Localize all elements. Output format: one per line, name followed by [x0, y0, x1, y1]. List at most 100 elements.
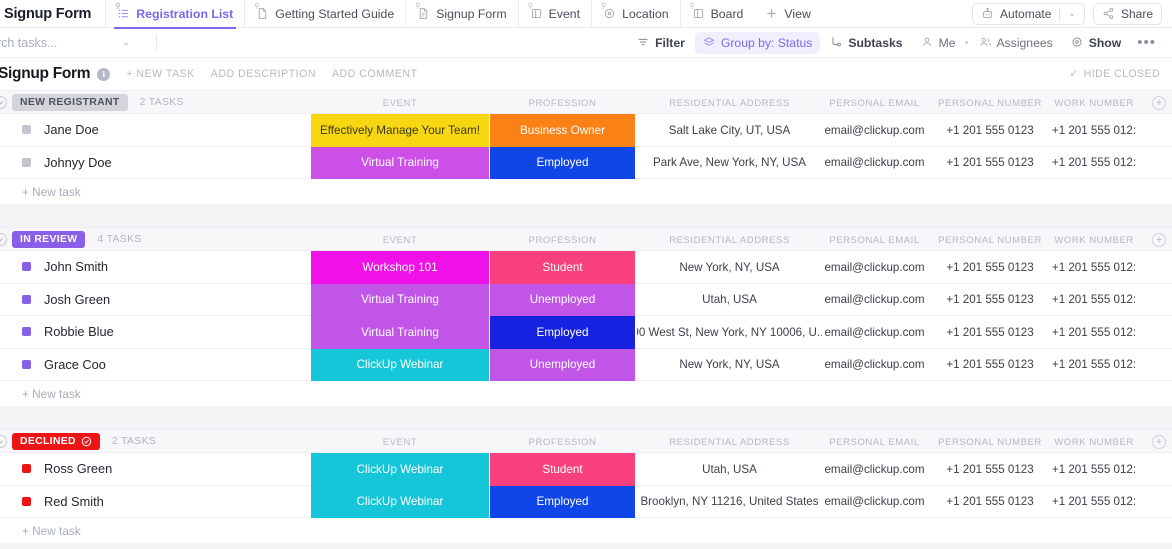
cell-profession[interactable]: Employed [490, 146, 635, 179]
add-new-task-row[interactable]: + New task [0, 179, 1172, 204]
status-square-icon[interactable] [22, 262, 31, 272]
column-header-profession[interactable]: PROFESSION [490, 91, 635, 115]
cell-profession[interactable]: Employed [490, 316, 635, 349]
cell-event[interactable]: Virtual Training [311, 283, 489, 316]
status-square-icon[interactable] [22, 125, 31, 135]
column-header-profession[interactable]: PROFESSION [490, 430, 635, 454]
add-new-task-row[interactable]: + New task [0, 518, 1172, 543]
cell-event[interactable]: ClickUp Webinar [311, 485, 489, 518]
column-header-email[interactable]: PERSONAL EMAIL [822, 430, 927, 454]
cell-personal-number[interactable]: +1 201 555 0123 [935, 284, 1045, 317]
column-header-address[interactable]: RESIDENTIAL ADDRESS [637, 228, 822, 252]
cell-event[interactable]: ClickUp Webinar [311, 348, 489, 381]
column-header-work-number[interactable]: WORK NUMBER [1043, 430, 1145, 454]
status-badge[interactable]: IN REVIEW [12, 230, 86, 248]
view-tab-view[interactable]: View [754, 0, 821, 28]
cell-address[interactable]: Utah, USA [637, 453, 822, 486]
add-comment-button[interactable]: ADD COMMENT [332, 68, 418, 80]
table-row[interactable]: Robbie Blue Virtual Training Employed 90 We… [0, 316, 1172, 349]
column-header-email[interactable]: PERSONAL EMAIL [822, 91, 927, 115]
task-name-cell[interactable]: Johnyy Doe [0, 155, 310, 170]
column-header-personal-number[interactable]: PERSONAL NUMBER [935, 430, 1045, 454]
view-tab-getting-started-guide[interactable]: ⚲ Getting Started Guide [244, 0, 405, 28]
table-row[interactable]: Josh Green Virtual Training Unemployed Utah… [0, 283, 1172, 317]
status-square-icon[interactable] [22, 327, 31, 337]
column-header-work-number[interactable]: WORK NUMBER [1043, 228, 1145, 252]
column-header-event[interactable]: EVENT [311, 228, 489, 252]
view-tab-signup-form[interactable]: ⚲ Signup Form [405, 0, 517, 28]
column-header-event[interactable]: EVENT [311, 430, 489, 454]
view-tab-event[interactable]: ⚲ Event [517, 0, 591, 28]
cell-address[interactable]: Park Ave, New York, NY, USA [637, 147, 822, 180]
table-row[interactable]: Red Smith ClickUp Webinar Employed Brooklyn… [0, 485, 1172, 519]
cell-email[interactable]: email@clickup.com [822, 316, 927, 349]
search-input[interactable] [0, 35, 122, 50]
task-name-cell[interactable]: Ross Green [0, 461, 310, 476]
status-badge[interactable]: DECLINED [12, 432, 100, 450]
collapse-group-button[interactable] [0, 95, 8, 109]
cell-personal-number[interactable]: +1 201 555 0123 [935, 453, 1045, 486]
table-row[interactable]: Jane Doe Effectively Manage Your Team! Bus… [0, 114, 1172, 147]
cell-event[interactable]: Effectively Manage Your Team! [311, 114, 489, 147]
cell-event[interactable]: Virtual Training [311, 316, 489, 349]
more-options-button[interactable]: ••• [1131, 32, 1162, 54]
column-header-work-number[interactable]: WORK NUMBER [1043, 91, 1145, 115]
cell-event[interactable]: Virtual Training [311, 146, 489, 179]
cell-event[interactable]: Workshop 101 [311, 251, 489, 284]
new-task-button[interactable]: + NEW TASK [126, 68, 194, 80]
add-column-button[interactable]: + [1152, 233, 1166, 247]
cell-work-number[interactable]: +1 201 555 012: [1043, 114, 1145, 147]
cell-profession[interactable]: Unemployed [490, 348, 635, 381]
cell-profession[interactable]: Unemployed [490, 283, 635, 316]
cell-profession[interactable]: Business Owner [490, 114, 635, 147]
table-row[interactable]: Ross Green ClickUp Webinar Student Utah, US… [0, 453, 1172, 486]
add-new-task-row[interactable]: + New task [0, 381, 1172, 406]
status-badge[interactable]: NEW REGISTRANT [12, 93, 128, 111]
column-header-address[interactable]: RESIDENTIAL ADDRESS [637, 430, 822, 454]
chevron-down-icon[interactable]: ⌄ [1068, 8, 1076, 19]
group-by-button[interactable]: Group by: Status [694, 31, 821, 54]
cell-address[interactable]: Salt Lake City, UT, USA [637, 114, 822, 147]
cell-personal-number[interactable]: +1 201 555 0123 [935, 251, 1045, 284]
cell-profession[interactable]: Student [490, 453, 635, 486]
cell-personal-number[interactable]: +1 201 555 0123 [935, 114, 1045, 147]
status-square-icon[interactable] [22, 496, 31, 506]
task-name-cell[interactable]: Grace Coo [0, 357, 310, 372]
cell-event[interactable]: ClickUp Webinar [311, 453, 489, 486]
task-name-cell[interactable]: Robbie Blue [0, 324, 310, 339]
cell-address[interactable]: New York, NY, USA [637, 349, 822, 382]
task-name-cell[interactable]: Josh Green [0, 292, 310, 307]
cell-email[interactable]: email@clickup.com [822, 486, 927, 519]
status-square-icon[interactable] [22, 464, 31, 474]
share-button[interactable]: Share [1092, 2, 1162, 25]
cell-work-number[interactable]: +1 201 555 012: [1043, 147, 1145, 180]
cell-personal-number[interactable]: +1 201 555 0123 [935, 316, 1045, 349]
cell-work-number[interactable]: +1 201 555 012: [1043, 486, 1145, 519]
cell-personal-number[interactable]: +1 201 555 0123 [935, 486, 1045, 519]
collapse-group-button[interactable] [0, 434, 8, 448]
me-button[interactable]: Me [913, 32, 964, 54]
cell-email[interactable]: email@clickup.com [822, 147, 927, 180]
add-description-button[interactable]: ADD DESCRIPTION [211, 68, 316, 80]
cell-personal-number[interactable]: +1 201 555 0123 [935, 147, 1045, 180]
cell-work-number[interactable]: +1 201 555 012: [1043, 453, 1145, 486]
cell-email[interactable]: email@clickup.com [822, 284, 927, 317]
view-tab-registration-list[interactable]: ⚲ Registration List [105, 0, 244, 29]
column-header-profession[interactable]: PROFESSION [490, 228, 635, 252]
view-tab-board[interactable]: ⚲ Board [679, 0, 755, 28]
task-name-cell[interactable]: John Smith [0, 259, 310, 274]
chevron-down-icon[interactable]: ⌄ [122, 37, 130, 48]
cell-email[interactable]: email@clickup.com [822, 349, 927, 382]
cell-email[interactable]: email@clickup.com [822, 453, 927, 486]
cell-profession[interactable]: Student [490, 251, 635, 284]
filter-button[interactable]: Filter [629, 32, 693, 54]
column-header-email[interactable]: PERSONAL EMAIL [822, 228, 927, 252]
cell-address[interactable]: New York, NY, USA [637, 251, 822, 284]
search-box[interactable]: ⌄ [0, 28, 148, 58]
column-header-event[interactable]: EVENT [311, 91, 489, 115]
view-tab-location[interactable]: ⚲ Location [591, 0, 680, 28]
subtasks-button[interactable]: Subtasks [822, 32, 910, 54]
cell-work-number[interactable]: +1 201 555 012: [1043, 251, 1145, 284]
cell-work-number[interactable]: +1 201 555 012: [1043, 284, 1145, 317]
info-icon[interactable]: i [97, 67, 111, 81]
